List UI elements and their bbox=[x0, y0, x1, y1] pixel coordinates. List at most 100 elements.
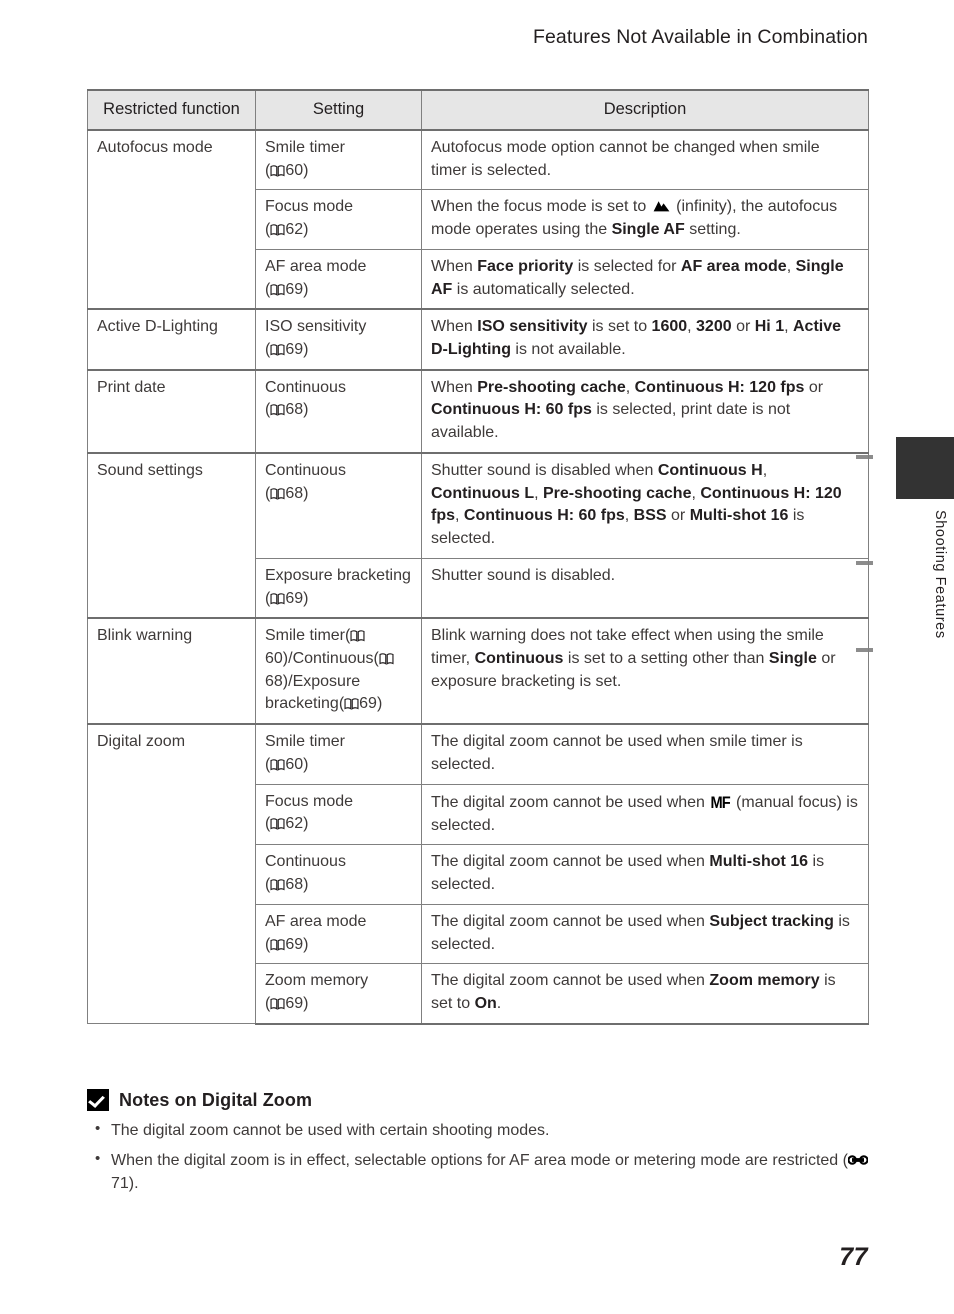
open-book-icon bbox=[270, 938, 285, 951]
emphasis-term: 3200 bbox=[696, 318, 732, 336]
page-running-header: Features Not Available in Combination bbox=[532, 26, 868, 48]
emphasis-term: Single AF bbox=[611, 221, 685, 239]
emphasis-term: On bbox=[474, 994, 497, 1012]
page-reference-number: 68 bbox=[285, 401, 304, 419]
cell-restricted-function: Active D-Lighting bbox=[87, 308, 256, 371]
cell-description: When Face priority is selected for AF ar… bbox=[421, 248, 869, 310]
cell-restricted-function: Sound settings bbox=[87, 451, 256, 619]
cell-restricted-function: Print date bbox=[87, 368, 256, 454]
section-thumb-tab bbox=[896, 437, 954, 499]
emphasis-term: Continuous H: 60 fps bbox=[431, 401, 592, 419]
page-reference-number: 69 bbox=[285, 280, 304, 298]
cell-restricted-function: Blink warning bbox=[87, 617, 256, 725]
emphasis-term: BSS bbox=[633, 507, 667, 525]
restrictions-table-wrap: Restricted function Setting Description … bbox=[87, 89, 869, 1025]
column-header-description: Description bbox=[421, 89, 869, 131]
table-row: Sound settings Continuous (68) Shutter sou… bbox=[87, 451, 869, 619]
cell-description: When the focus mode is set to (infinity)… bbox=[421, 189, 869, 250]
cell-restricted-function: Digital zoom bbox=[87, 723, 256, 1025]
page-reference-number: 60 bbox=[265, 649, 283, 667]
open-book-icon bbox=[270, 592, 285, 605]
page-reference-number: 68 bbox=[285, 876, 304, 894]
open-book-icon bbox=[270, 164, 285, 177]
page-reference-number: 68 bbox=[265, 672, 283, 690]
emphasis-term: Zoom memory bbox=[709, 972, 820, 990]
emphasis-term: Continuous L bbox=[431, 484, 535, 502]
emphasis-term: Continuous H: 120 fps bbox=[634, 378, 805, 396]
page-reference-number: 69 bbox=[359, 695, 377, 713]
cell-description: Autofocus mode option cannot be changed … bbox=[421, 129, 869, 191]
open-book-icon bbox=[270, 879, 285, 891]
cell-restricted-function: Autofocus mode bbox=[87, 128, 256, 310]
page-reference-number: 69 bbox=[285, 341, 304, 359]
cell-description: When ISO sensitivity is set to 1600, 320… bbox=[421, 308, 869, 371]
cell-setting: Smile timer (60) bbox=[255, 129, 422, 191]
open-book-icon bbox=[270, 998, 285, 1010]
open-book-icon bbox=[270, 224, 285, 237]
open-book-icon bbox=[270, 487, 285, 500]
table-header-row: Restricted function Setting Description bbox=[87, 89, 869, 131]
cell-description: Shutter sound is disabled when Continuou… bbox=[421, 451, 869, 559]
cell-setting: Exposure bracketing (69) bbox=[255, 557, 422, 619]
caution-check-icon bbox=[87, 1089, 109, 1111]
open-book-icon bbox=[270, 404, 285, 417]
section-thumb-tab-label: Shooting Features bbox=[932, 510, 948, 639]
page-reference-number: 69 bbox=[285, 589, 304, 607]
cell-setting: Smile timer (60) bbox=[255, 723, 422, 785]
open-book-icon bbox=[270, 344, 285, 356]
manual-focus-icon: MF bbox=[710, 792, 731, 812]
column-header-setting: Setting bbox=[255, 89, 422, 131]
open-book-icon bbox=[350, 630, 365, 643]
notes-block: Notes on Digital Zoom The digital zoom c… bbox=[87, 1089, 877, 1202]
cell-description: Shutter sound is disabled. bbox=[421, 557, 869, 619]
open-book-icon bbox=[270, 283, 285, 296]
page-reference-number: 62 bbox=[285, 815, 304, 833]
cell-description: The digital zoom cannot be used when Mul… bbox=[421, 844, 869, 905]
notes-heading: Notes on Digital Zoom bbox=[87, 1089, 877, 1111]
page-reference-number: 68 bbox=[285, 484, 304, 502]
table-row: Blink warning Smile timer(60)/Continuous(… bbox=[87, 617, 869, 725]
page-reference-number: 60 bbox=[285, 161, 304, 179]
mountain-infinity-focus-icon bbox=[653, 197, 670, 212]
emphasis-term: Face priority bbox=[477, 257, 574, 275]
emphasis-term: 1600 bbox=[651, 318, 688, 336]
cell-setting: AF area mode (69) bbox=[255, 248, 422, 310]
emphasis-term: Subject tracking bbox=[709, 912, 834, 930]
cell-description: The digital zoom cannot be used when MF … bbox=[421, 783, 869, 846]
cell-description: The digital zoom cannot be used when Zoo… bbox=[421, 963, 869, 1025]
page-number: 77 bbox=[839, 1243, 868, 1271]
emphasis-term: ISO sensitivity bbox=[477, 318, 588, 336]
emphasis-term: Multi-shot 16 bbox=[709, 853, 809, 871]
cell-setting: Focus mode (62) bbox=[255, 783, 422, 846]
cell-setting: Focus mode (62) bbox=[255, 189, 422, 250]
cell-setting: Continuous (68) bbox=[255, 844, 422, 905]
table-row: Active D-Lighting ISO sensitivity (69) Whe… bbox=[87, 308, 869, 371]
open-book-icon bbox=[270, 818, 285, 831]
emphasis-term: Continuous H: 60 fps bbox=[463, 507, 625, 525]
open-book-icon bbox=[344, 698, 359, 711]
emphasis-term: Continuous H bbox=[657, 461, 763, 479]
cell-description: Blink warning does not take effect when … bbox=[421, 617, 869, 725]
advanced-reference-icon bbox=[847, 1150, 869, 1165]
cell-setting: Smile timer(60)/Continuous(68)/Exposure … bbox=[255, 617, 422, 725]
emphasis-term: Pre-shooting cache bbox=[542, 484, 692, 502]
emphasis-term: Single bbox=[768, 649, 817, 667]
table-row: Digital zoom Smile timer (60) The digital … bbox=[87, 723, 869, 1025]
cell-setting: ISO sensitivity (69) bbox=[255, 308, 422, 371]
emphasis-term: Multi-shot 16 bbox=[689, 507, 789, 525]
notes-title: Notes on Digital Zoom bbox=[119, 1089, 313, 1110]
cell-setting: Continuous (68) bbox=[255, 368, 422, 454]
cell-description: The digital zoom cannot be used when smi… bbox=[421, 723, 869, 785]
cell-description: When Pre-shooting cache, Continuous H: 1… bbox=[421, 368, 869, 454]
column-header-restricted-function: Restricted function bbox=[87, 89, 256, 131]
notes-list: The digital zoom cannot be used with cer… bbox=[87, 1118, 877, 1196]
cell-setting: Zoom memory (69) bbox=[255, 963, 422, 1025]
cell-setting: Continuous (68) bbox=[255, 451, 422, 559]
table-row: Print date Continuous (68) When Pre-shooti… bbox=[87, 368, 869, 454]
page-reference-number: 69 bbox=[285, 994, 304, 1012]
open-book-icon bbox=[270, 759, 285, 771]
note-item: When the digital zoom is in effect, sele… bbox=[87, 1148, 871, 1196]
emphasis-term: Hi 1 bbox=[754, 318, 785, 336]
page-reference-number: 69 bbox=[285, 935, 304, 953]
note-item: The digital zoom cannot be used with cer… bbox=[87, 1118, 871, 1143]
